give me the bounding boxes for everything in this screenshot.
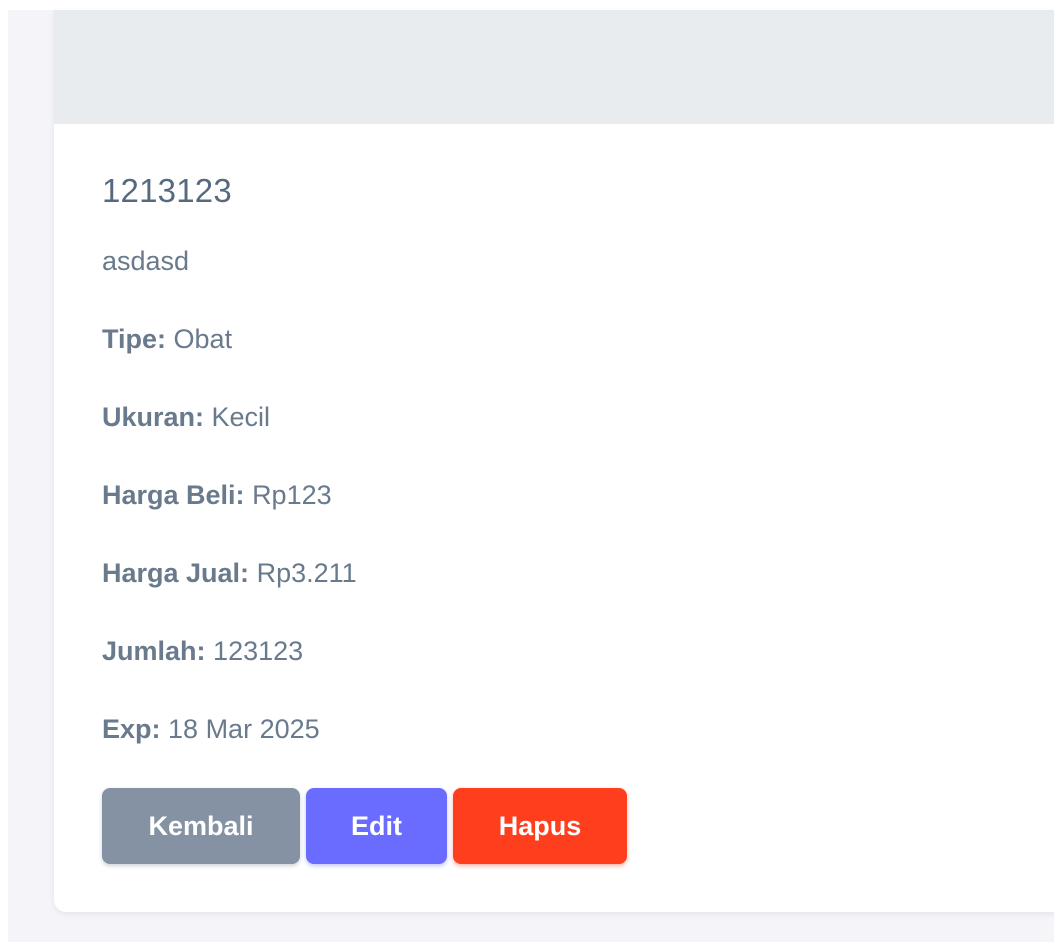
field-value: Kecil	[211, 402, 271, 432]
field-exp: Exp: 18 Mar 2025	[102, 714, 320, 745]
field-label: Harga Beli:	[102, 480, 245, 510]
field-label: Ukuran:	[102, 402, 205, 432]
field-label: Exp:	[102, 714, 161, 744]
item-title: 1213123	[102, 172, 232, 209]
field-harga-jual: Harga Jual: Rp3.211	[102, 558, 357, 589]
delete-button[interactable]: Hapus	[453, 788, 627, 864]
field-value: Obat	[173, 324, 233, 354]
field-ukuran: Ukuran: Kecil	[102, 402, 270, 433]
card-header	[54, 10, 1054, 124]
action-bar: Kembali Edit Hapus	[102, 788, 627, 864]
edit-button[interactable]: Edit	[306, 788, 447, 864]
detail-card: 1213123 asdasd Tipe: Obat Ukuran: Kecil …	[54, 10, 1054, 912]
field-jumlah: Jumlah: 123123	[102, 636, 303, 667]
page-background: 1213123 asdasd Tipe: Obat Ukuran: Kecil …	[8, 10, 1054, 942]
field-label: Harga Jual:	[102, 558, 250, 588]
field-label: Tipe:	[102, 324, 167, 354]
field-value: Rp3.211	[256, 558, 357, 588]
field-value: 18 Mar 2025	[168, 714, 320, 744]
field-value: 123123	[213, 636, 304, 666]
field-tipe: Tipe: Obat	[102, 324, 232, 355]
field-label: Jumlah:	[102, 636, 206, 666]
item-description: asdasd	[102, 246, 190, 276]
field-value: Rp123	[252, 480, 332, 510]
back-button[interactable]: Kembali	[102, 788, 300, 864]
field-harga-beli: Harga Beli: Rp123	[102, 480, 332, 511]
